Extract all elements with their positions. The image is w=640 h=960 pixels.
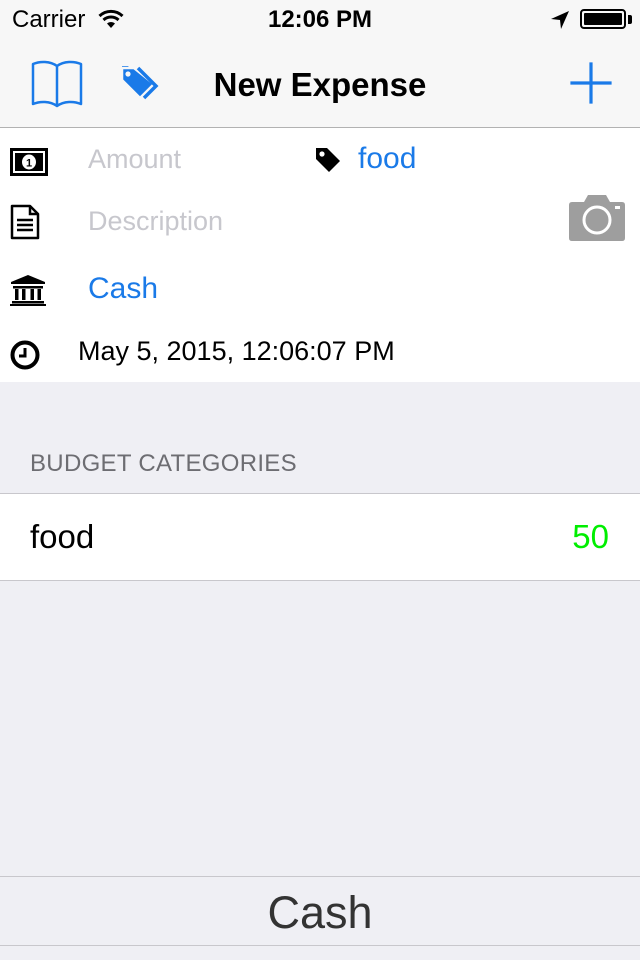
navigation-bar: New Expense — [0, 40, 640, 128]
plus-icon[interactable] — [568, 60, 614, 106]
category-link[interactable]: food — [358, 142, 416, 176]
svg-text:1: 1 — [26, 158, 32, 170]
expense-form: 1 Amount food Description Cash May 5, 20… — [0, 128, 640, 382]
battery-level — [584, 13, 622, 25]
date-field[interactable]: May 5, 2015, 12:06:07 PM — [78, 336, 395, 367]
description-input[interactable]: Description — [88, 206, 223, 237]
account-picker-bar[interactable]: Cash — [0, 876, 640, 946]
table-row[interactable]: food 50 — [0, 493, 640, 581]
camera-icon[interactable] — [568, 192, 626, 242]
account-selector[interactable]: Cash — [88, 272, 158, 306]
budget-section-header: BUDGET CATEGORIES — [30, 450, 297, 477]
clock-icon — [10, 340, 40, 370]
tag-icon — [316, 148, 340, 172]
status-time: 12:06 PM — [267, 6, 373, 33]
budget-category-value: 50 — [572, 518, 609, 555]
account-picker-label: Cash — [267, 887, 373, 938]
bank-icon — [10, 275, 46, 306]
banknote-icon: 1 — [10, 148, 48, 176]
budget-category-name: food — [30, 518, 95, 555]
page-title: New Expense — [213, 66, 427, 103]
amount-input[interactable]: Amount — [88, 144, 181, 175]
battery-icon — [580, 9, 626, 29]
document-icon — [10, 204, 40, 240]
battery-tip — [628, 15, 632, 24]
status-bar: Carrier 12:06 PM — [0, 0, 640, 40]
location-arrow-icon — [551, 11, 569, 29]
